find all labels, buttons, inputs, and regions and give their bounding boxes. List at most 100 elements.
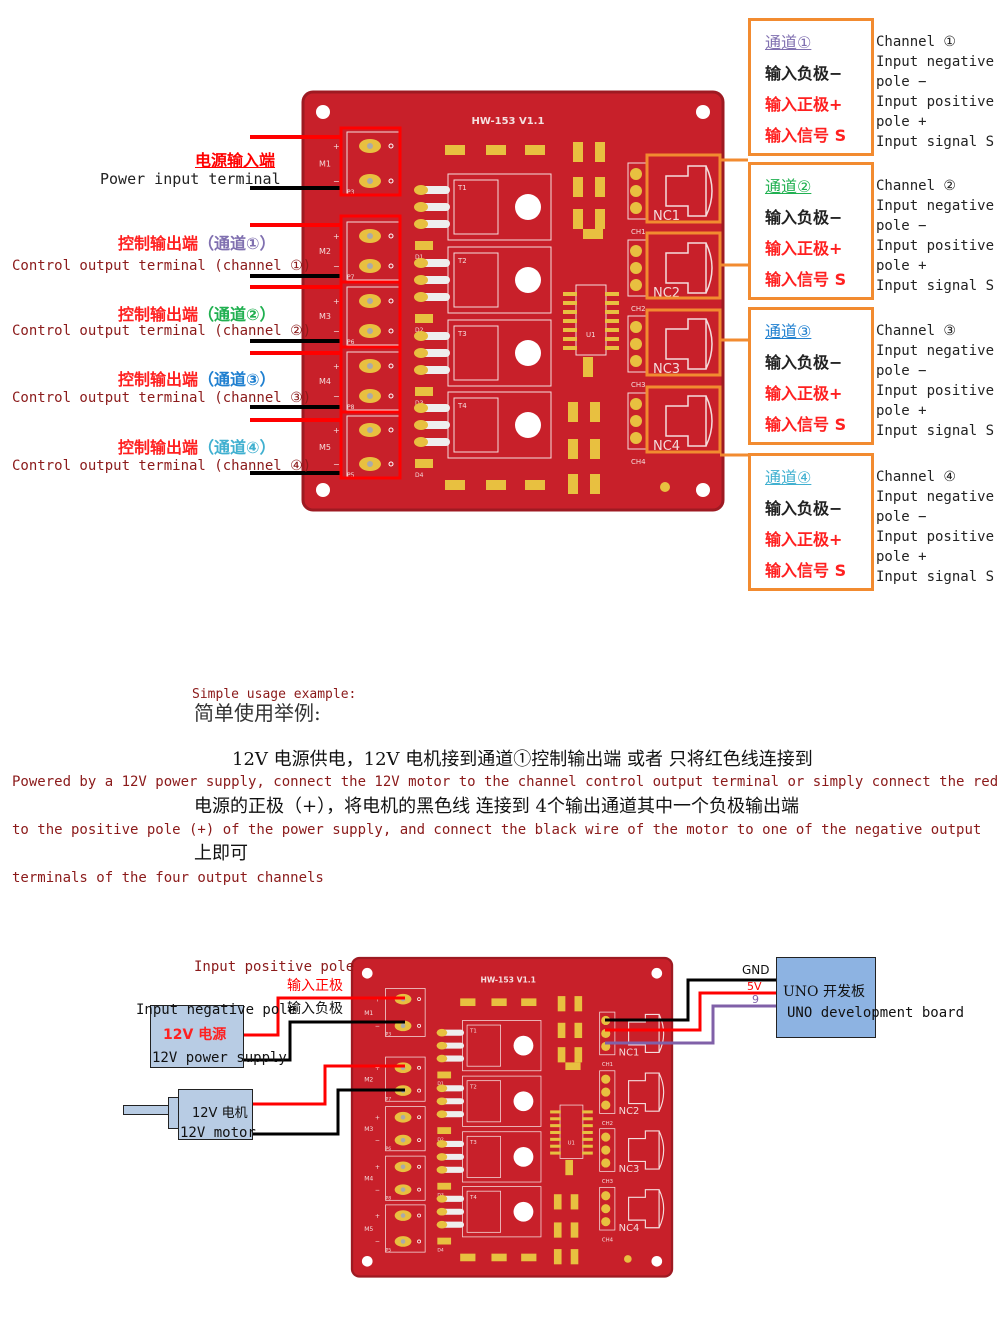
channel-number: （通道②）: [198, 305, 276, 324]
smd-component: [568, 474, 578, 494]
motor-label: M3: [364, 1126, 373, 1133]
control-output-label-en: Control output terminal (channel ②): [12, 323, 312, 339]
transistor-label: T3: [457, 330, 467, 338]
uno-label-en: UNO development board: [787, 1005, 965, 1021]
channel-callout-box: 通道③ 输入负极− 输入正极+ 输入信号 S: [748, 307, 874, 445]
plus-mark: +: [333, 426, 340, 435]
relay-label: NC1: [619, 1048, 640, 1059]
mounting-hole: [651, 1255, 663, 1267]
diode-pad: [437, 1182, 452, 1190]
transistor-label: T2: [469, 1084, 477, 1090]
channel-label: CH1: [602, 1062, 613, 1068]
uno-label-cn: UNO 开发板: [783, 984, 865, 1000]
gnd-label: GND: [742, 963, 770, 977]
lead-pad: [436, 1207, 448, 1216]
lead-pad: [436, 1220, 448, 1229]
transistor-mount-hole: [515, 267, 541, 293]
terminal-pad-hole: [367, 393, 373, 399]
smd-resistor: [445, 145, 465, 155]
input-positive-cn: 输入正极+: [765, 384, 843, 403]
example-line1-cn: 12V 电源供电，12V 电机接到通道①控制输出端 或者 只将红色线连接到: [232, 749, 813, 770]
channel-pin: [630, 355, 642, 367]
terminal-pad-hole: [367, 427, 373, 433]
power-input-label-en: Power input terminal: [100, 170, 281, 188]
mounting-hole: [316, 105, 330, 119]
channel-label: CH2: [631, 305, 646, 313]
terminal-pad-hole: [367, 263, 373, 269]
channel-number: （通道④）: [198, 438, 276, 457]
ic-pin: [605, 292, 619, 296]
ic-pin: [582, 1110, 593, 1114]
mounting-hole: [361, 967, 373, 979]
input-negative-cn: 输入负极−: [765, 208, 843, 227]
input-signal-cn: 输入信号 S: [765, 126, 847, 145]
label-cn: 控制输出端: [118, 305, 199, 324]
lead-pad: [414, 275, 428, 285]
channel-pin: [630, 338, 642, 350]
transistor-label: T2: [457, 257, 467, 265]
mounting-hole: [361, 1255, 373, 1267]
terminal-pad-hole: [400, 1239, 406, 1244]
channel-pin: [630, 398, 642, 410]
ic-pin: [582, 1124, 593, 1128]
terminal-pad-hole: [367, 461, 373, 467]
smd-component: [574, 1022, 583, 1039]
lead-pad: [436, 1194, 448, 1203]
control-output-label-cn: 控制输出端（通道①）: [118, 236, 276, 252]
input-signal-cn: 输入信号 S: [765, 415, 847, 434]
pcb-title: HW-153 V1.1: [472, 116, 545, 127]
ic-pin: [582, 1137, 593, 1141]
diode-pad: [437, 1071, 452, 1079]
smd-component: [573, 209, 583, 229]
input-positive-cn: 输入正极+: [765, 95, 843, 114]
smd-resistor: [565, 1062, 581, 1071]
terminal-label: P5: [386, 1247, 392, 1253]
smd-component: [568, 439, 578, 459]
transistor-label: T1: [457, 184, 467, 192]
ic-label: U1: [568, 1141, 575, 1147]
lead-pad: [414, 185, 428, 195]
test-pad: [660, 482, 670, 492]
relay-label: NC2: [619, 1106, 640, 1117]
bottom-pcb: HW-153 V1.1M1+−P3M2+−P7M3+−P6M4+−P8M5+−P…: [350, 956, 674, 1278]
transistor-label: T4: [469, 1195, 477, 1201]
lead-pad: [414, 348, 428, 358]
motor-label: M1: [319, 160, 331, 169]
channel-description-en: Input signal S: [876, 278, 995, 294]
channel-description-en: pole +: [876, 549, 927, 565]
example-line3-en: terminals of the four output channels: [12, 870, 324, 886]
smd-component: [553, 1222, 562, 1238]
label-cn: 控制输出端: [118, 438, 199, 457]
ic-pin: [550, 1124, 561, 1128]
channel-pin: [630, 321, 642, 333]
mounting-hole: [696, 105, 710, 119]
lead-pad: [414, 292, 428, 302]
plus-mark: +: [375, 1164, 380, 1171]
smd-resistor: [486, 145, 506, 155]
channel-pin: [601, 1132, 611, 1142]
minus-mark: −: [333, 262, 340, 271]
ic-pin: [563, 319, 577, 323]
smd-component: [595, 177, 605, 197]
example-line2-en: to the positive pole (+) of the power su…: [12, 822, 982, 838]
terminal-pad-hole: [400, 1164, 406, 1170]
relay-label: NC3: [619, 1164, 640, 1175]
channel-pin: [601, 1158, 611, 1168]
minus-mark: −: [333, 460, 340, 469]
terminal-label: P6: [347, 339, 355, 346]
ic-pin: [563, 328, 577, 332]
terminal-pad-hole: [400, 1114, 406, 1120]
smd-resistor: [460, 998, 476, 1007]
smd-component: [590, 439, 600, 459]
channel-pin: [601, 1074, 611, 1084]
minus-mark: −: [375, 1023, 380, 1030]
minus-mark: −: [333, 177, 340, 186]
input-negative-cn: 输入负极−: [765, 499, 843, 518]
smd-resistor: [491, 998, 507, 1007]
lead-pad: [436, 1153, 448, 1161]
smd-component: [595, 142, 605, 162]
ic-pin: [563, 346, 577, 350]
transistor-mount-hole: [515, 194, 541, 220]
transistor-label: T4: [457, 402, 467, 410]
smd-component: [568, 402, 578, 422]
